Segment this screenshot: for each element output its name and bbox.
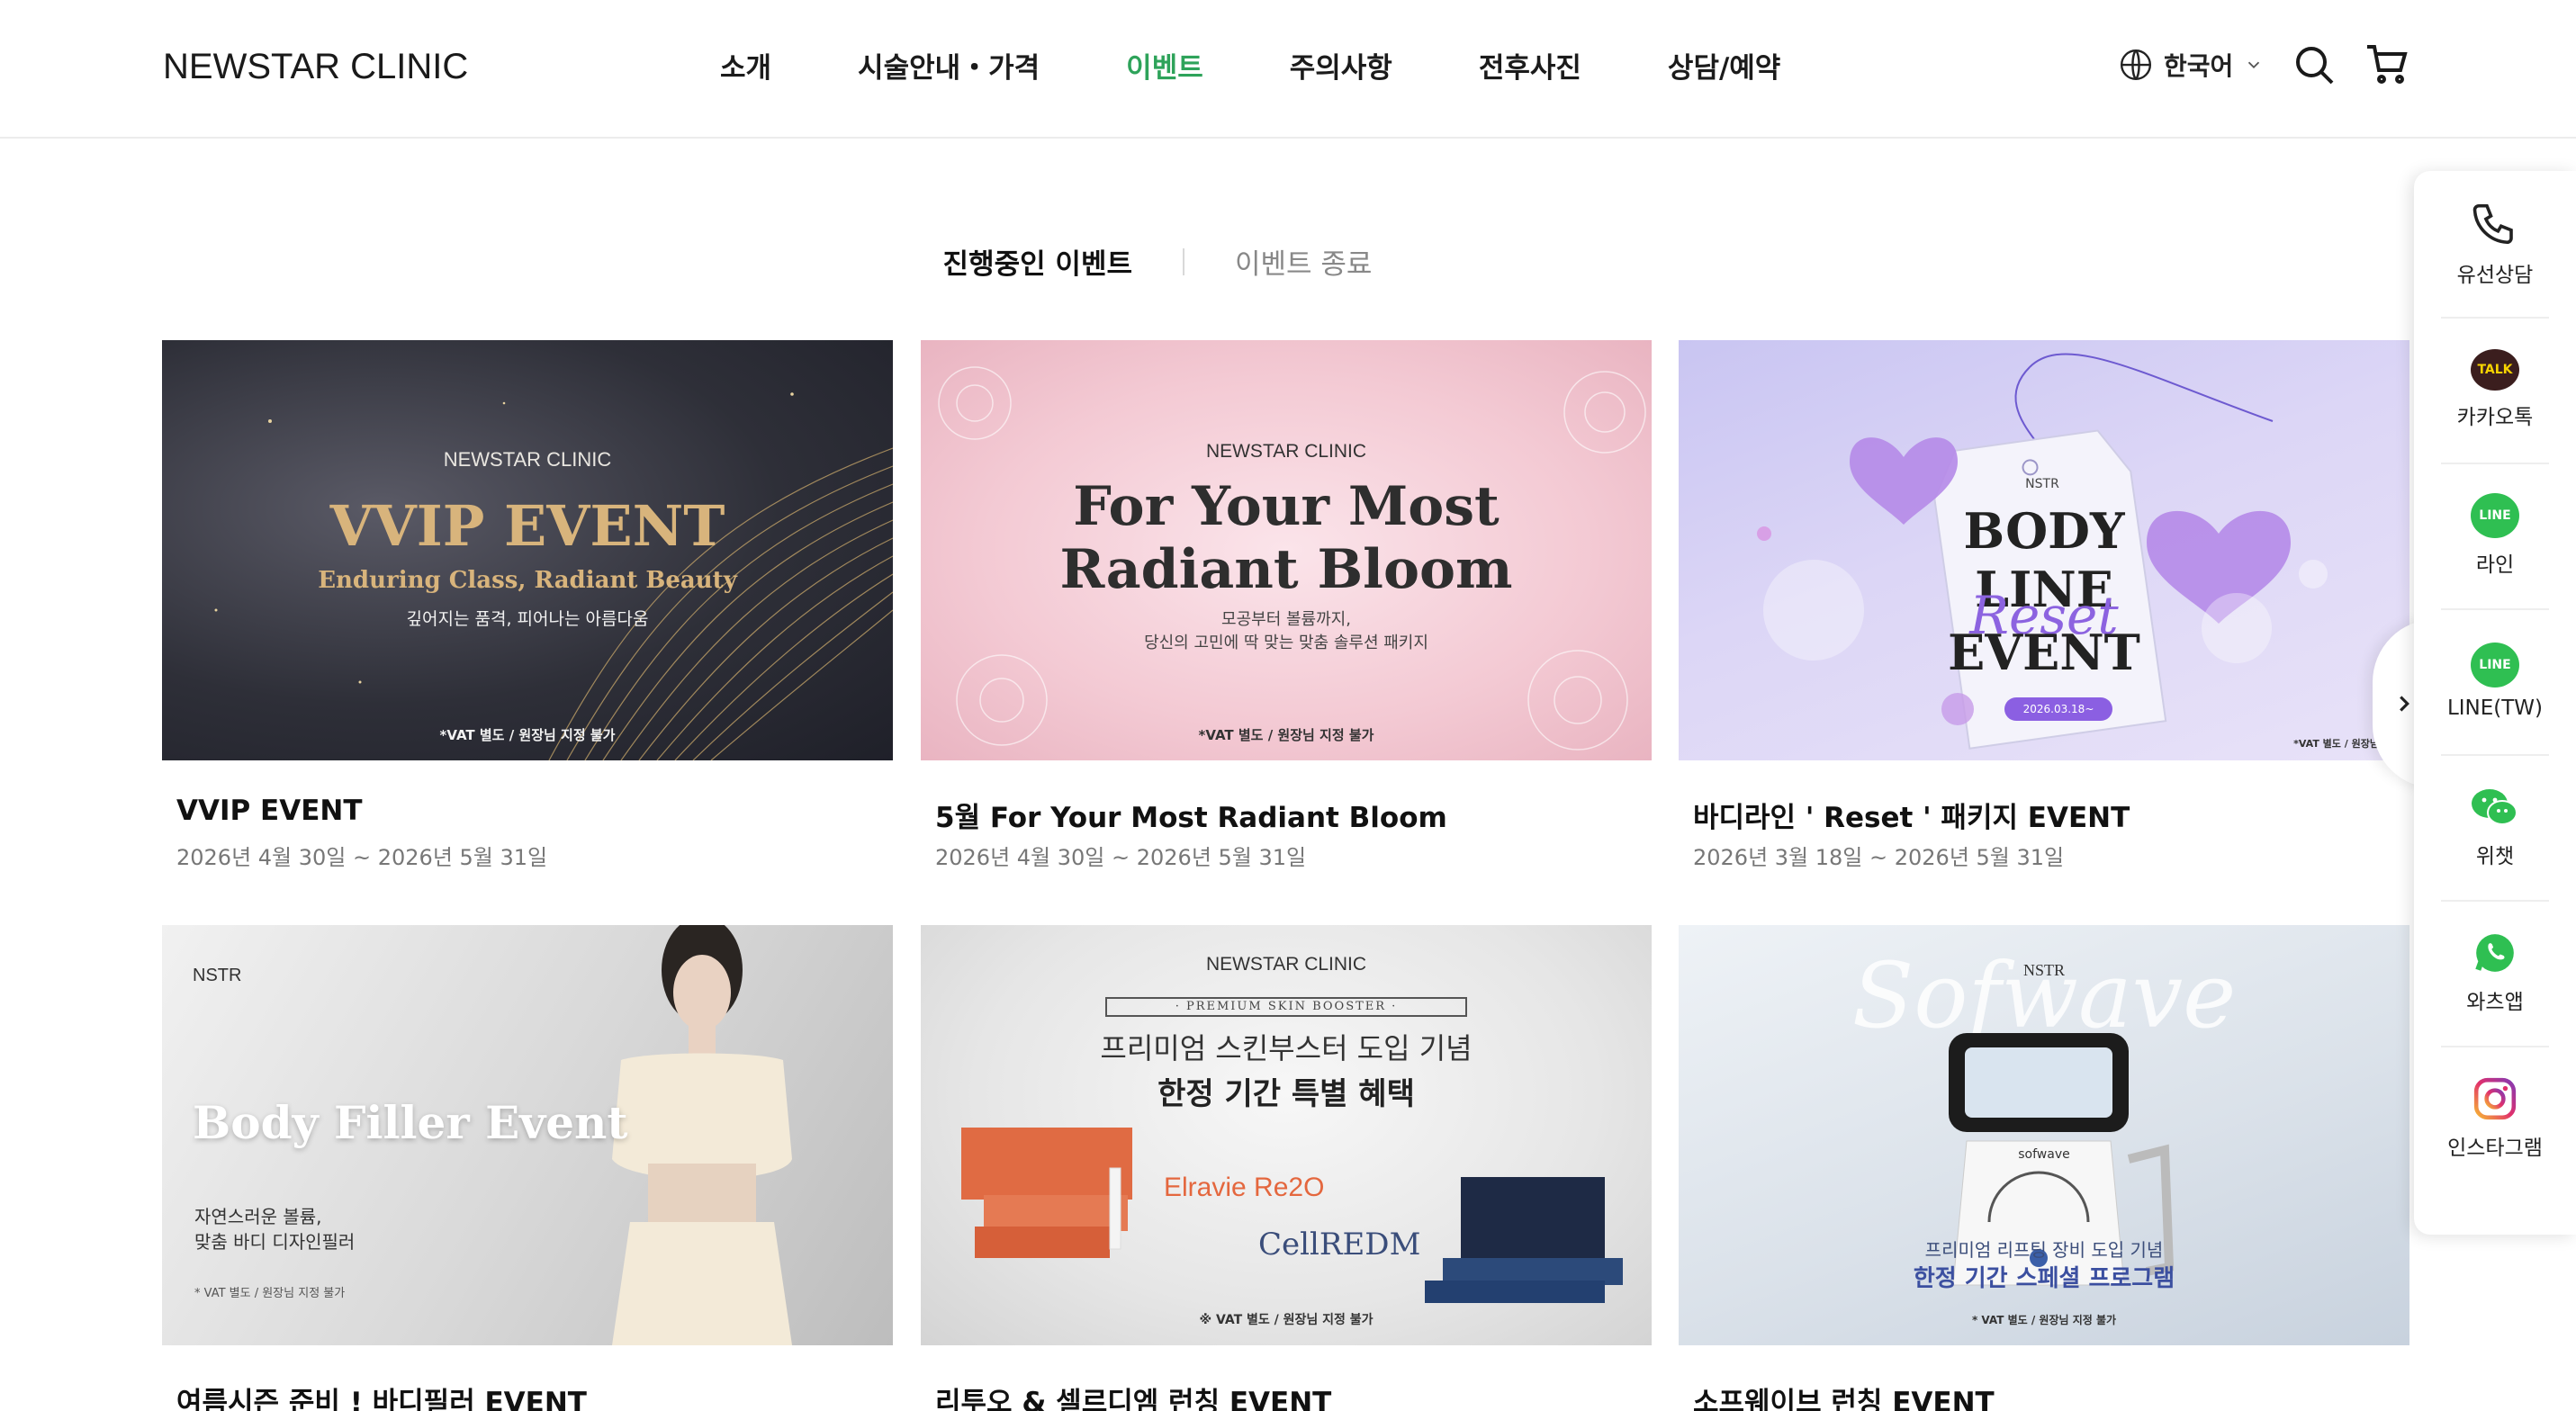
contact-kakaotalk[interactable]: TALK 카카오톡 — [2414, 317, 2576, 463]
banner-korean-line1: 모공부터 볼륨까지, — [1221, 610, 1351, 629]
event-title: 리투오 & 셀르디엠 런칭 EVENT — [935, 1387, 1332, 1411]
event-title: 바디라인 ' Reset ' 패키지 EVENT — [1693, 802, 2130, 834]
contact-line-tw[interactable]: LINE LINE(TW) — [2414, 608, 2576, 754]
event-banner-radiant-bloom: NEWSTAR CLINIC For Your Most Radiant Blo… — [921, 340, 1652, 760]
event-title: VVIP EVENT — [176, 795, 363, 827]
banner-note: ※ VAT 별도 / 원장님 지정 불가 — [1199, 1313, 1374, 1327]
banner-brand: NSTR — [193, 966, 242, 985]
nav-item-treatments[interactable]: 시술안내・가격 — [858, 45, 1040, 85]
contact-label: 카카오톡 — [2456, 406, 2534, 429]
banner-subheadline: Enduring Class, Radiant Beauty — [318, 567, 737, 594]
banner-note: *VAT 별도 / 원장님 지정 불가 — [1198, 727, 1374, 743]
banner-korean-copy: 깊어지는 품격, 피어나는 아름다움 — [406, 609, 649, 629]
event-card[interactable]: NSTR Sofwave sofwave 프리미엄 리프팅 장비 도입 기념 한… — [1679, 925, 2409, 1411]
contact-label: 와츠앱 — [2466, 991, 2524, 1014]
event-banner-sofwave: NSTR Sofwave sofwave 프리미엄 리프팅 장비 도입 기념 한… — [1679, 925, 2409, 1345]
banner-brand: NEWSTAR CLINIC — [1205, 441, 1367, 462]
contact-line[interactable]: LINE 라인 — [2414, 463, 2576, 608]
banner-line-body: BODY — [1963, 502, 2125, 560]
event-date: 2026년 3월 18일 ~ 2026년 5월 31일 — [1693, 845, 2065, 870]
event-date: 2026년 4월 30일 ~ 2026년 5월 31일 — [935, 845, 1307, 870]
event-title: 5월 For Your Most Radiant Bloom — [935, 802, 1447, 834]
contact-label: 라인 — [2475, 553, 2515, 577]
event-date: 2026년 4월 30일 ~ 2026년 5월 31일 — [176, 845, 548, 870]
site-header: NEWSTAR CLINIC 소개 시술안내・가격 이벤트 주의사항 전후사진 … — [0, 0, 2576, 139]
event-banner-body-filler: NSTR Body Filler Event 자연스러운 볼륨, 맞춤 바디 디… — [162, 925, 893, 1345]
cart-icon[interactable] — [2365, 43, 2409, 86]
contact-label: 인스타그램 — [2447, 1137, 2543, 1160]
nav-item-intro[interactable]: 소개 — [720, 45, 771, 85]
event-title: 여름시즌 준비 ! 바디필러 EVENT — [176, 1387, 587, 1411]
kakaotalk-icon: TALK — [2471, 349, 2519, 391]
event-title: 소프웨이브 런칭 EVENT — [1693, 1387, 1995, 1411]
banner-brand: NSTR — [2025, 477, 2059, 491]
contact-label: LINE(TW) — [2446, 697, 2544, 720]
instagram-icon — [2473, 1077, 2517, 1120]
event-banner-skin-booster: NEWSTAR CLINIC · PREMIUM SKIN BOOSTER · … — [921, 925, 1652, 1345]
contact-instagram[interactable]: 인스타그램 — [2414, 1046, 2576, 1191]
banner-date-badge: 2026.03.18~ — [2004, 697, 2112, 721]
phone-icon — [2472, 203, 2513, 245]
language-selector[interactable]: 한국어 — [2119, 47, 2264, 83]
nav-item-before-after[interactable]: 전후사진 — [1479, 45, 1581, 85]
banner-korean-line2: 맞춤 바디 디자인필러 — [194, 1231, 356, 1253]
banner-headline: Body Filler Event — [193, 1096, 628, 1149]
line-icon: LINE — [2471, 493, 2519, 538]
contact-wechat[interactable]: 위챗 — [2414, 754, 2576, 900]
event-card[interactable]: NSTR BODY LINE Reset EVENT 2026.03.18~ *… — [1679, 340, 2409, 870]
banner-headline-line2: Radiant Bloom — [1059, 538, 1513, 601]
banner-headline-line1: For Your Most — [1073, 475, 1500, 538]
globe-icon — [2120, 49, 2152, 81]
event-card[interactable]: NEWSTAR CLINIC For Your Most Radiant Blo… — [921, 340, 1652, 870]
event-tabs: 진행중인 이벤트 이벤트 종료 — [0, 241, 2576, 282]
banner-note: *VAT 별도 / 원장님 지정 불가 — [439, 727, 616, 743]
banner-product-cellredm: CellREDM — [1258, 1227, 1421, 1263]
nav-item-events[interactable]: 이벤트 — [1126, 45, 1203, 85]
banner-note: * VAT 별도 / 원장님 지정 불가 — [194, 1287, 346, 1300]
wechat-icon — [2472, 789, 2517, 825]
quick-contact-panel: 유선상담 TALK 카카오톡 LINE 라인 LINE LINE(TW) 위챗 … — [2414, 171, 2576, 1235]
main-nav: 소개 시술안내・가격 이벤트 주의사항 전후사진 상담/예약 — [720, 45, 1867, 85]
banner-korean-line2: 한정 기간 스페셜 프로그램 — [1913, 1265, 2175, 1292]
event-card[interactable]: NEWSTAR CLINIC · PREMIUM SKIN BOOSTER · … — [921, 925, 1652, 1411]
banner-korean-line1: 프리미엄 리프팅 장비 도입 기념 — [1924, 1239, 2164, 1261]
banner-korean-line2: 당신의 고민에 딱 맞는 맞춤 솔루션 패키지 — [1144, 634, 1428, 652]
banner-note: * VAT 별도 / 원장님 지정 불가 — [1971, 1314, 2117, 1326]
nav-item-consultation[interactable]: 상담/예약 — [1668, 45, 1780, 85]
nav-item-precautions[interactable]: 주의사항 — [1290, 45, 1392, 85]
product-boxes — [961, 1128, 1623, 1303]
banner-device-label: sofwave — [2018, 1147, 2070, 1162]
banner-line-event: EVENT — [1948, 624, 2140, 681]
banner-korean-line1: 자연스러운 볼륨, — [194, 1206, 322, 1227]
search-icon[interactable] — [2292, 43, 2336, 86]
chevron-down-icon — [2248, 61, 2260, 69]
site-logo[interactable]: NEWSTAR CLINIC — [163, 47, 468, 87]
tab-ongoing-events[interactable]: 진행중인 이벤트 — [893, 241, 1183, 282]
contact-label: 유선상담 — [2456, 264, 2534, 287]
event-card[interactable]: NSTR Body Filler Event 자연스러운 볼륨, 맞춤 바디 디… — [162, 925, 893, 1411]
contact-whatsapp[interactable]: 와츠앱 — [2414, 900, 2576, 1046]
contact-phone[interactable]: 유선상담 — [2414, 171, 2576, 317]
whatsapp-icon — [2475, 934, 2514, 972]
banner-headline: VVIP EVENT — [329, 493, 725, 559]
banner-product-elravie: Elravie Re2O — [1164, 1173, 1325, 1202]
tab-ended-events[interactable]: 이벤트 종료 — [1184, 241, 1422, 282]
event-banner-vvip: NEWSTAR CLINIC VVIP EVENT Enduring Class… — [162, 340, 893, 760]
banner-brand: NEWSTAR CLINIC — [443, 448, 612, 471]
contact-label: 위챗 — [2475, 845, 2515, 868]
event-banner-body-line-reset: NSTR BODY LINE Reset EVENT 2026.03.18~ *… — [1679, 340, 2409, 760]
language-label: 한국어 — [2164, 51, 2234, 81]
line-tw-icon: LINE — [2471, 643, 2519, 688]
event-card[interactable]: NEWSTAR CLINIC VVIP EVENT Enduring Class… — [162, 340, 893, 870]
